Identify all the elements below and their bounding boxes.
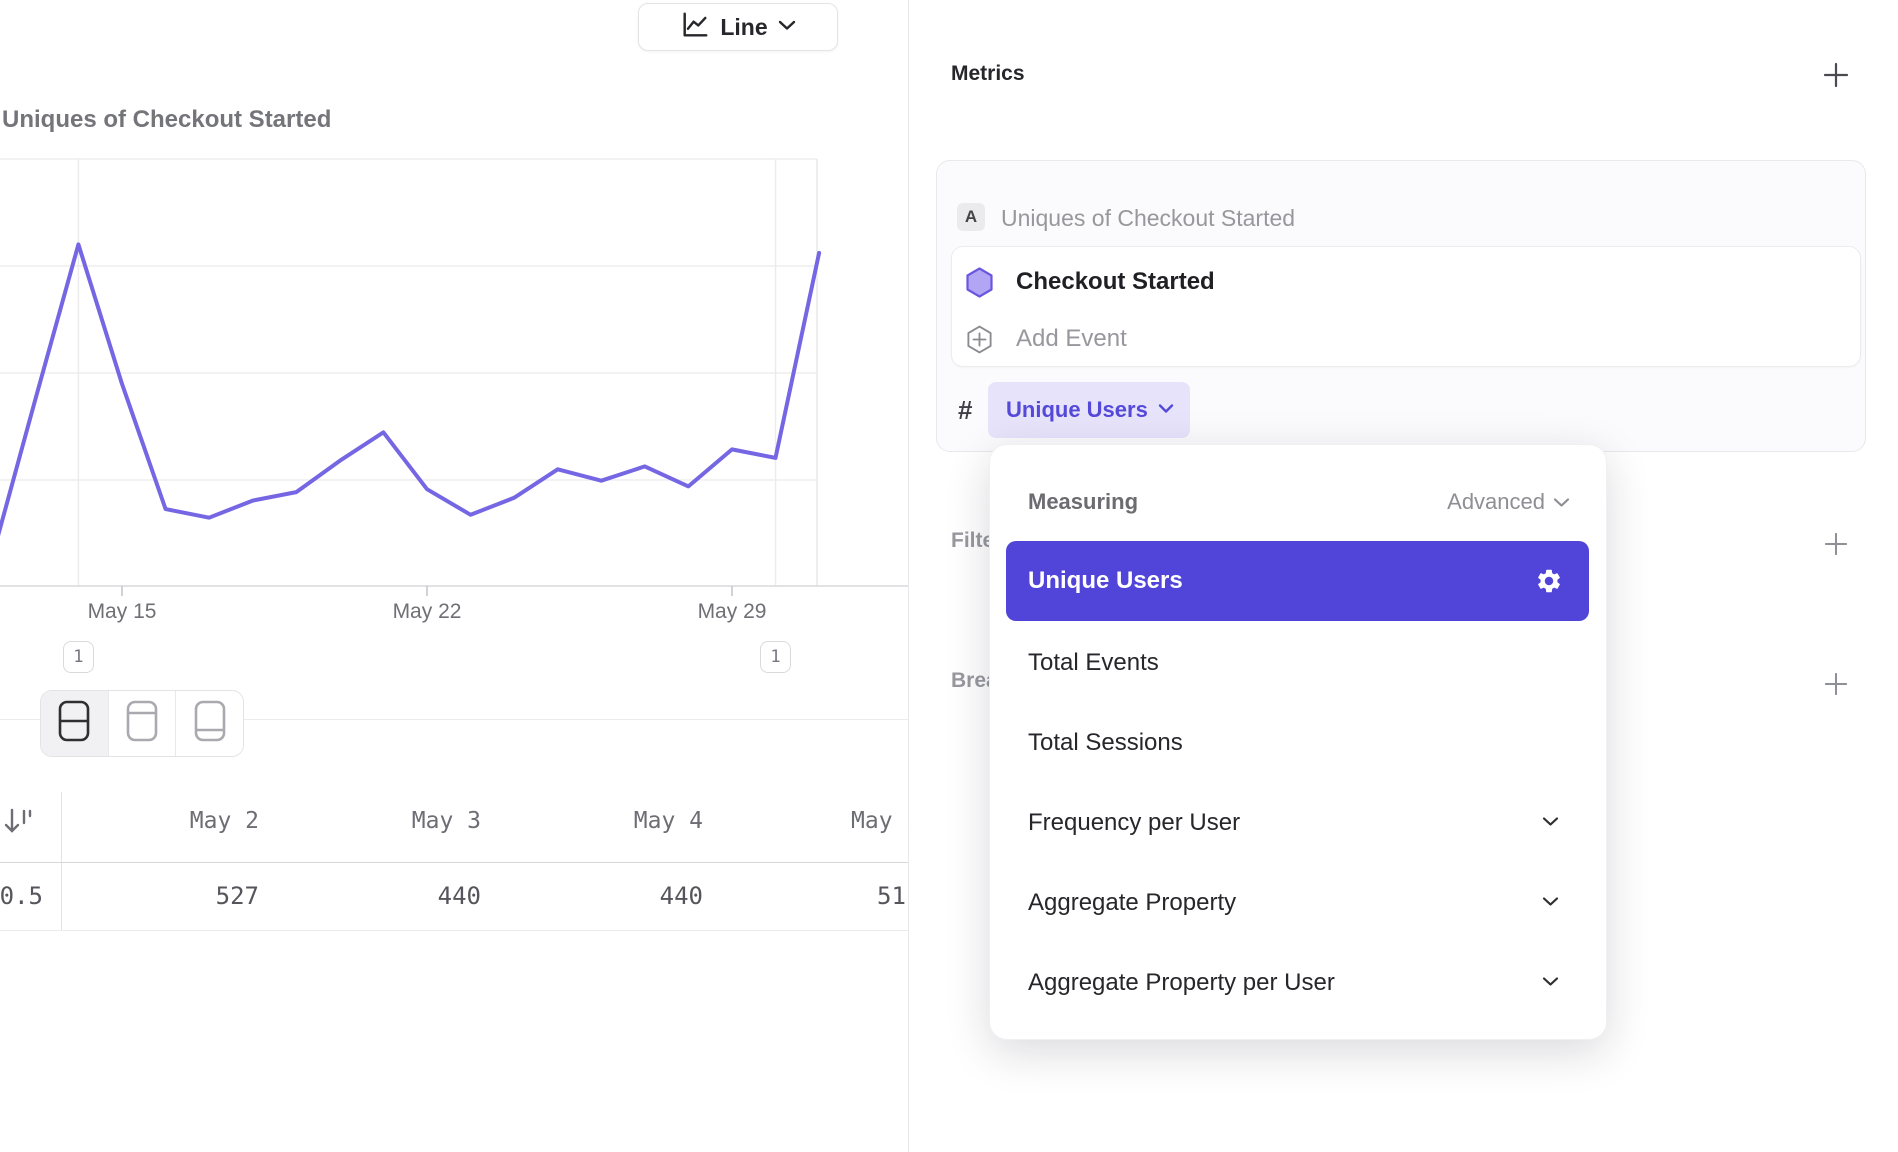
layout-toggle-group [40, 690, 244, 757]
option-label: Aggregate Property [1028, 889, 1236, 917]
event-name: Checkout Started [1016, 268, 1215, 296]
metric-letter-badge: A [957, 203, 985, 231]
event-row[interactable]: Checkout Started [952, 252, 1860, 312]
chart-type-select[interactable]: Line [638, 3, 838, 51]
advanced-label: Advanced [1447, 489, 1545, 515]
measure-chip-label: Unique Users [1006, 397, 1148, 423]
selected-option-label: Unique Users [1028, 567, 1183, 595]
option-label: Aggregate Property per User [1028, 969, 1335, 997]
sort-descending-icon[interactable] [2, 806, 34, 842]
add-event-row[interactable]: Add Event [952, 309, 1860, 369]
option-label: Frequency per User [1028, 809, 1240, 837]
panel-divider [908, 0, 909, 1152]
dropdown-option-aggregate-property[interactable]: Aggregate Property [1006, 863, 1589, 943]
add-event-label: Add Event [1016, 325, 1127, 353]
line-chart[interactable] [0, 150, 908, 620]
top-pane-icon [126, 700, 158, 747]
table-cell: 527 [61, 882, 259, 912]
dropdown-option-total-sessions[interactable]: Total Sessions [1006, 703, 1589, 783]
chevron-down-icon [1542, 894, 1559, 912]
advanced-toggle[interactable]: Advanced [1447, 489, 1570, 515]
column-header[interactable]: May 4 [505, 808, 703, 836]
event-card: Checkout Started Add Event [951, 246, 1861, 367]
chevron-down-icon [1553, 497, 1570, 508]
chart-title: Uniques of Checkout Started [2, 106, 331, 134]
dropdown-option-aggregate-property-per-user[interactable]: Aggregate Property per User [1006, 943, 1589, 1023]
chart-panel: Line Uniques of Checkout Started May 15 … [0, 0, 908, 1152]
measure-hash-symbol: # [958, 395, 972, 426]
table-cell: 0.5 [0, 882, 43, 912]
column-header[interactable]: May 3 [283, 808, 481, 836]
measuring-label: Measuring [1028, 489, 1138, 515]
option-label: Total Sessions [1028, 729, 1183, 757]
column-header[interactable]: May 5 [851, 808, 908, 836]
chevron-down-icon [1542, 974, 1559, 992]
x-axis-label: May 15 [62, 600, 182, 624]
split-rows-icon [58, 700, 90, 747]
add-filter-button[interactable] [1821, 529, 1851, 559]
chevron-down-icon [1158, 401, 1174, 419]
metrics-header: Metrics [951, 62, 1025, 86]
table-cell: 440 [505, 882, 703, 912]
dropdown-option-unique-users[interactable]: Unique Users [1006, 541, 1589, 621]
trend-line-series[interactable] [0, 244, 819, 560]
add-event-hexagon-plus-icon [966, 325, 993, 354]
header-rule [0, 862, 908, 863]
x-axis-label: May 22 [367, 600, 487, 624]
line-chart-icon [680, 10, 710, 45]
annotation-badge[interactable]: 1 [760, 641, 791, 673]
measuring-dropdown: Measuring Advanced Unique Users Total Ev… [989, 444, 1607, 1040]
metric-title: Uniques of Checkout Started [1001, 205, 1295, 232]
gear-icon[interactable] [1535, 567, 1563, 600]
chevron-down-icon [778, 18, 796, 36]
chevron-down-icon [1542, 814, 1559, 832]
results-table: May 2 May 3 May 4 May 5 0.5 527 440 440 … [0, 780, 908, 940]
table-cell: 440 [283, 882, 481, 912]
chart-type-label: Line [720, 14, 767, 41]
layout-table-only-button[interactable] [175, 691, 243, 756]
table-bottom-rule [0, 930, 908, 931]
layout-split-button[interactable] [41, 691, 108, 756]
layout-chart-only-button[interactable] [108, 691, 176, 756]
bottom-pane-icon [194, 700, 226, 747]
table-cell: 51 [877, 882, 908, 912]
measure-chip[interactable]: Unique Users [988, 382, 1190, 438]
event-hexagon-icon [966, 267, 993, 298]
dropdown-option-frequency-per-user[interactable]: Frequency per User [1006, 783, 1589, 863]
column-header[interactable]: May 2 [61, 808, 259, 836]
add-metric-button[interactable] [1821, 60, 1851, 90]
option-label: Total Events [1028, 649, 1159, 677]
x-axis-label: May 29 [672, 600, 792, 624]
annotation-badge[interactable]: 1 [63, 641, 94, 673]
add-breakdown-button[interactable] [1821, 669, 1851, 699]
dropdown-option-total-events[interactable]: Total Events [1006, 623, 1589, 703]
